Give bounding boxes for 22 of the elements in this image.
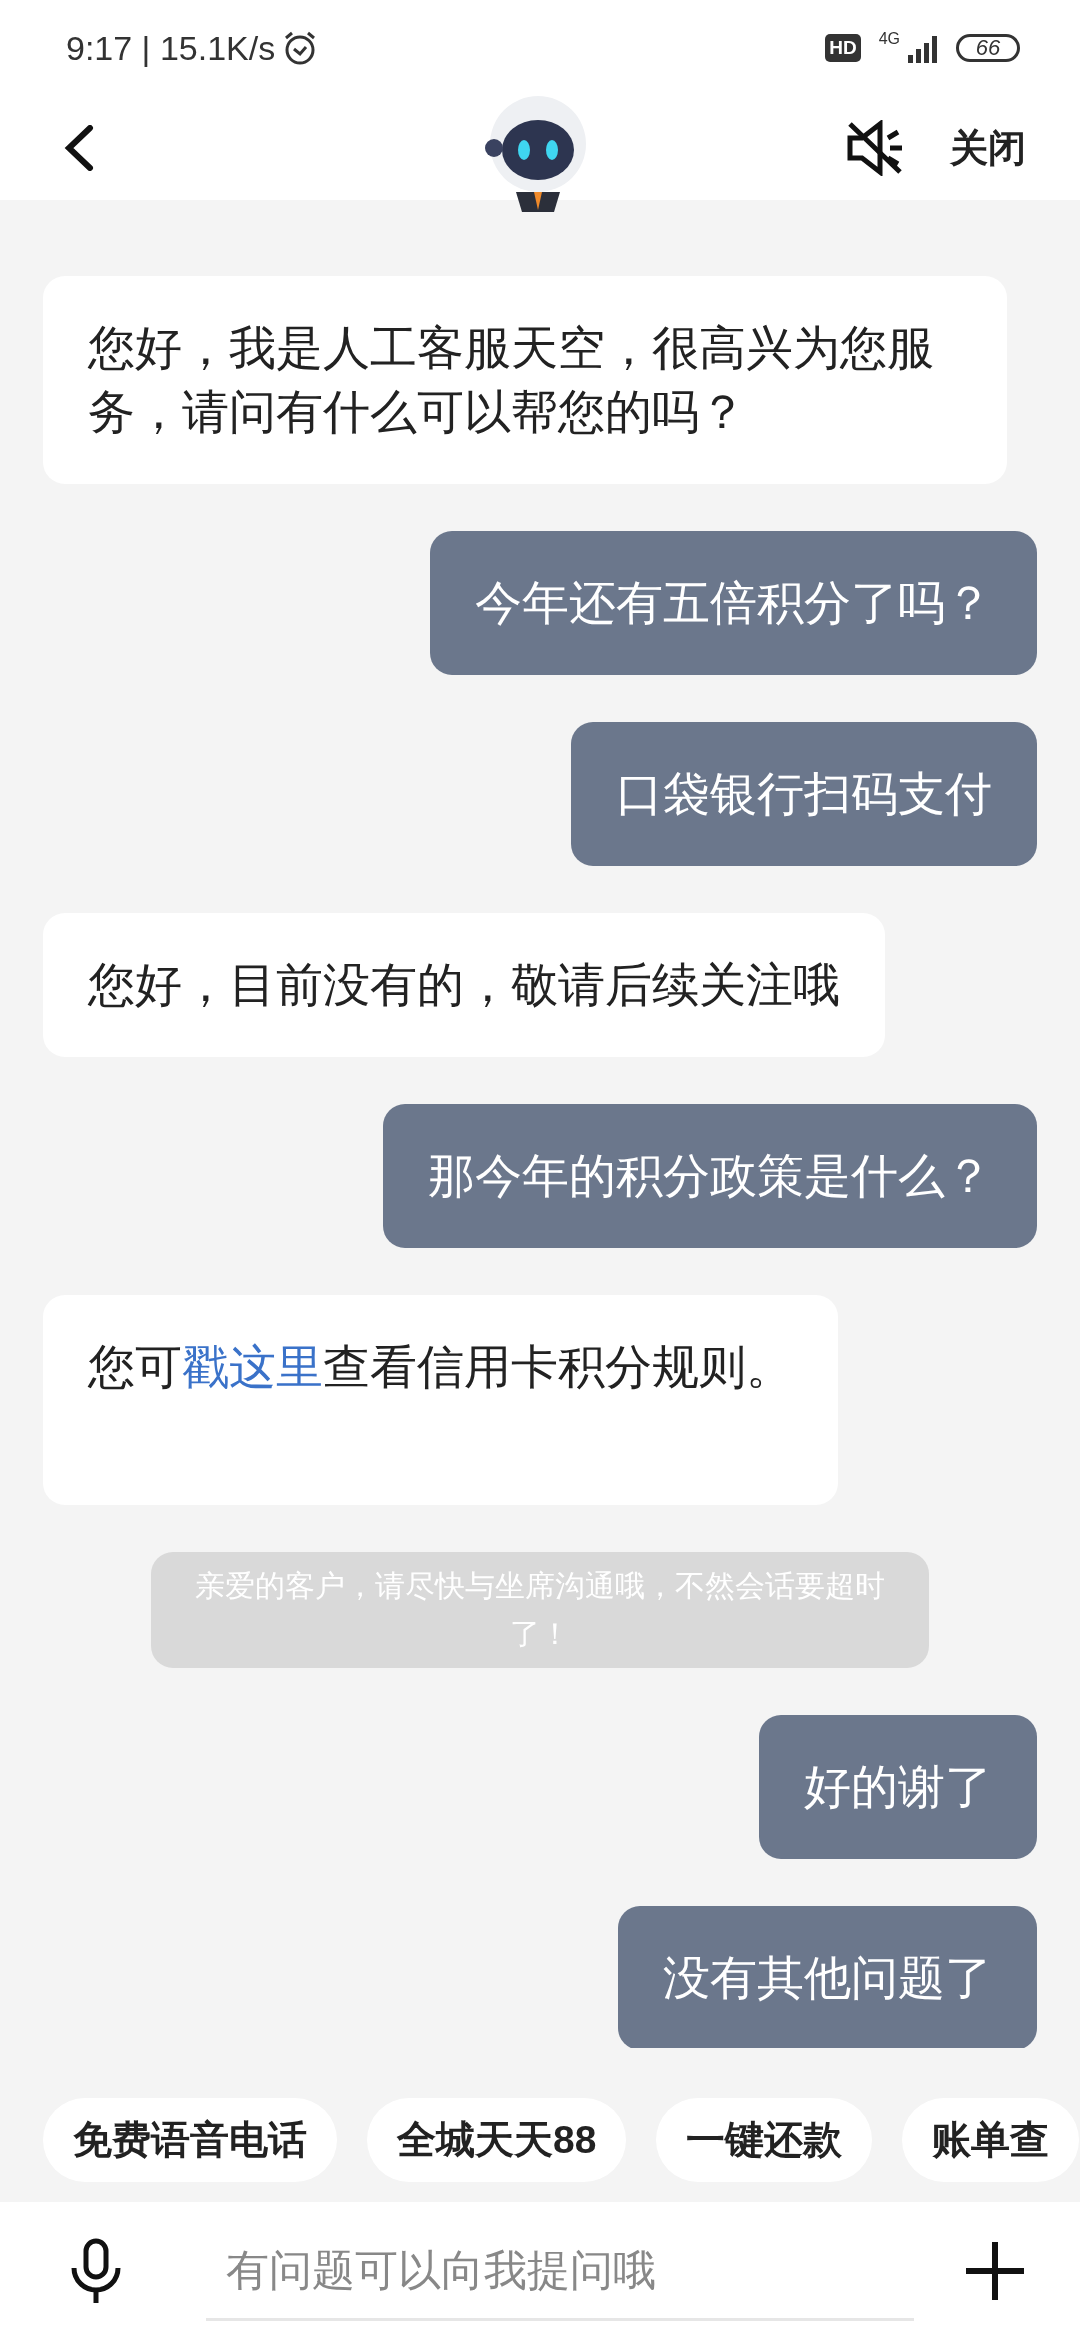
back-icon[interactable]: [64, 125, 94, 171]
plus-icon[interactable]: [964, 2240, 1026, 2302]
quick-reply-chip[interactable]: 全城天天88: [367, 2098, 627, 2182]
quick-reply-chip[interactable]: 账单查: [902, 2098, 1080, 2182]
message-bubble: 今年还有五倍积分了吗？: [430, 531, 1037, 675]
alarm-icon: [283, 30, 318, 66]
message-bubble: 您好，目前没有的，敬请后续关注哦: [43, 913, 885, 1057]
message-bubble: 您好，我是人工客服天空，很高兴为您服务，请问有什么可以帮您的吗？: [43, 276, 1007, 484]
rules-link[interactable]: 戳这里: [182, 1339, 323, 1394]
message-bubble: 口袋银行扫码支付: [571, 722, 1037, 866]
battery-level: 66: [956, 34, 1020, 62]
mute-icon[interactable]: [846, 120, 904, 176]
message-bubble: 您可戳这里查看信用卡积分规则。: [43, 1295, 838, 1505]
hd-badge: HD: [825, 34, 861, 62]
status-time: 9:17 | 15.1K/s: [66, 28, 276, 68]
message-bubble: 没有其他问题了: [618, 1906, 1037, 2048]
network-label: 4G: [878, 30, 900, 48]
quick-reply-chip[interactable]: 免费语音电话: [43, 2098, 337, 2182]
close-button[interactable]: 关闭: [950, 122, 1026, 174]
message-bubble: 那今年的积分政策是什么？: [383, 1104, 1037, 1248]
quick-reply-chip[interactable]: 一键还款: [656, 2098, 873, 2182]
message-bubble: 好的谢了: [759, 1715, 1037, 1859]
